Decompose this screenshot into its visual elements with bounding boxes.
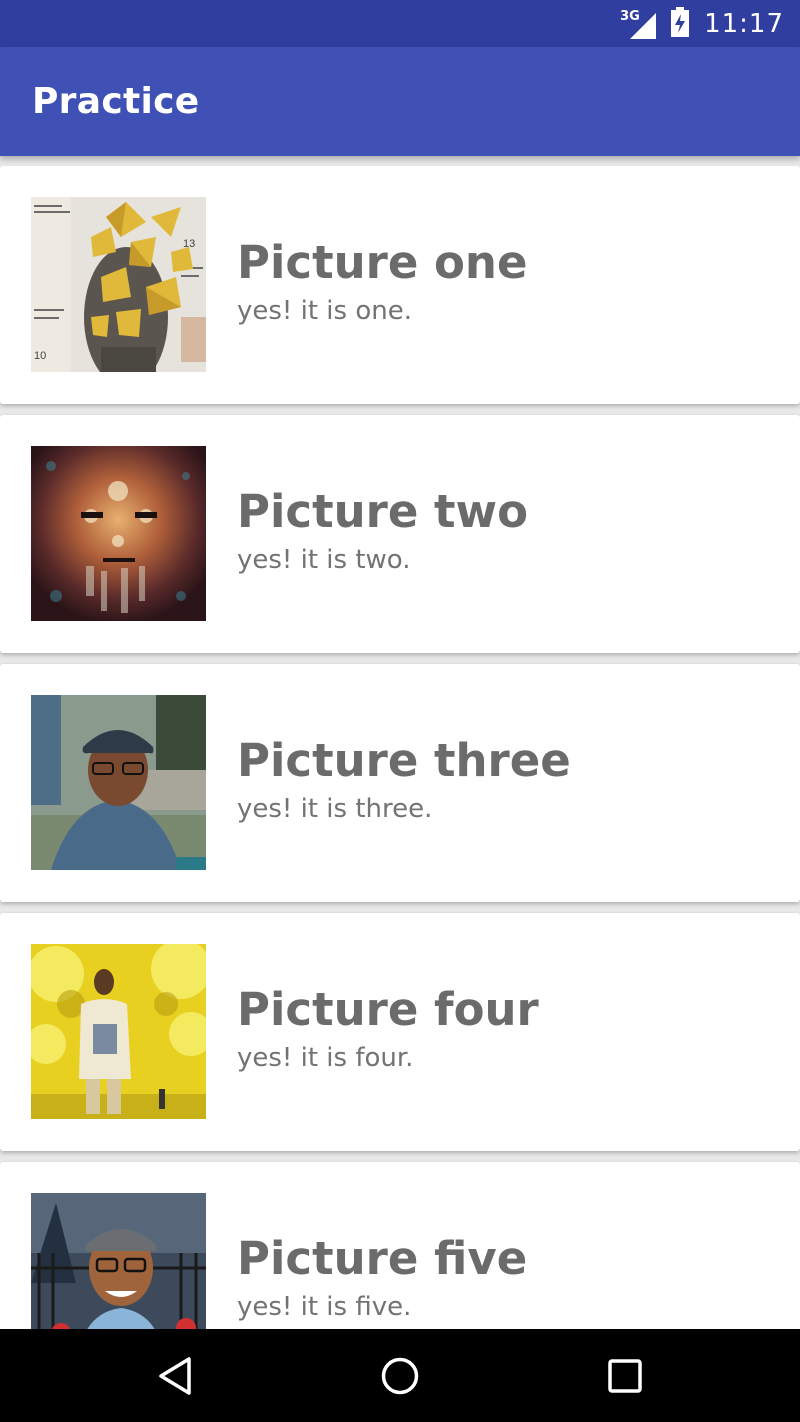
origami-face-image: 10 13 (31, 197, 206, 372)
signal-icon (630, 12, 657, 39)
recents-square-icon (608, 1359, 642, 1393)
man-yellow-trees-image (31, 944, 206, 1119)
item-subtitle: yes! it is four. (237, 1043, 414, 1073)
list-item[interactable]: Picture five yes! it is five. (0, 1162, 800, 1329)
item-title: Picture one (237, 236, 528, 289)
item-subtitle: yes! it is one. (237, 296, 412, 326)
navigation-bar (0, 1329, 800, 1422)
svg-text:10: 10 (34, 350, 46, 362)
item-title: Picture three (237, 734, 571, 787)
battery-charging-icon (670, 6, 690, 41)
picture-list[interactable]: 10 13 Picture one yes! it is one. Pictur… (0, 166, 800, 1329)
list-item[interactable]: Picture three yes! it is three. (0, 664, 800, 902)
cartoon-avatar-image (31, 1193, 206, 1329)
man-with-cap-image (31, 695, 206, 870)
item-subtitle: yes! it is five. (237, 1292, 412, 1322)
svg-text:13: 13 (183, 238, 195, 250)
list-item[interactable]: Picture two yes! it is two. (0, 415, 800, 653)
item-subtitle: yes! it is three. (237, 794, 433, 824)
item-title: Picture four (237, 983, 539, 1036)
back-button[interactable] (150, 1351, 200, 1401)
list-item[interactable]: Picture four yes! it is four. (0, 913, 800, 1151)
clock: 11:17 (704, 8, 784, 39)
app-bar: Practice (0, 47, 800, 156)
status-bar: 3G 11:17 (0, 0, 800, 47)
app-title: Practice (32, 81, 200, 122)
list-item[interactable]: 10 13 Picture one yes! it is one. (0, 166, 800, 404)
home-circle-icon (381, 1357, 419, 1395)
back-triangle-icon (159, 1357, 191, 1395)
network-indicator: 3G (620, 9, 657, 39)
home-button[interactable] (375, 1351, 425, 1401)
item-title: Picture five (237, 1232, 528, 1285)
item-subtitle: yes! it is two. (237, 545, 411, 575)
mosaic-portrait-image (31, 446, 206, 621)
item-title: Picture two (237, 485, 529, 538)
recents-button[interactable] (600, 1351, 650, 1401)
